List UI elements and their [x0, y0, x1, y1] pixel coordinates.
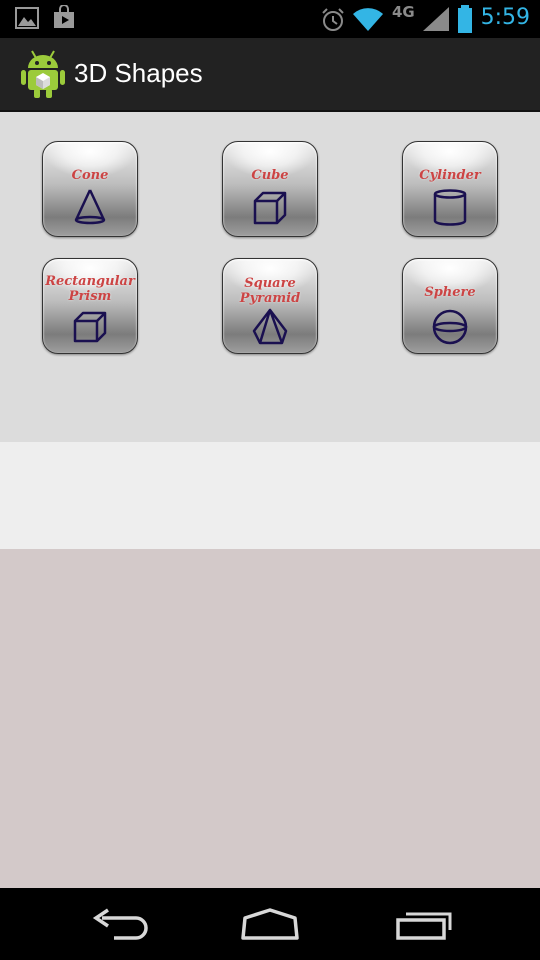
shapes-panel: Cone Cube Cylinder Rectangular Prism Squ…	[0, 112, 540, 442]
square-pyramid-icon	[252, 308, 288, 345]
cylinder-icon	[433, 189, 467, 226]
cone-icon	[74, 189, 106, 225]
cube-icon	[253, 191, 287, 225]
status-clock: 5:59	[480, 5, 530, 30]
cube-button[interactable]: Cube	[222, 141, 318, 237]
prism-label: Prism	[68, 289, 112, 304]
wifi-icon	[353, 8, 383, 32]
divider-band	[0, 442, 540, 549]
rectangular-prism-icon	[73, 311, 107, 343]
navigation-bar	[0, 888, 540, 960]
cone-button[interactable]: Cone	[42, 141, 138, 237]
rectangular-label: Rectangular	[45, 274, 135, 289]
android-app-icon[interactable]	[20, 49, 66, 99]
cylinder-button[interactable]: Cylinder	[402, 141, 498, 237]
sphere-button[interactable]: Sphere	[402, 258, 498, 354]
square-pyramid-button[interactable]: Square Pyramid	[222, 258, 318, 354]
back-icon[interactable]	[74, 902, 164, 946]
recent-apps-icon[interactable]	[376, 902, 466, 946]
pyramid-label: Pyramid	[239, 291, 301, 306]
status-bar: 4G 5:59	[0, 0, 540, 38]
cone-label: Cone	[71, 168, 109, 183]
cube-label: Cube	[251, 168, 289, 183]
network-type-label: 4G	[392, 3, 415, 21]
sphere-icon	[432, 309, 468, 345]
alarm-icon	[322, 8, 344, 31]
action-bar: 3D Shapes	[0, 38, 540, 112]
app-title: 3D Shapes	[74, 58, 203, 88]
rectangular-prism-button[interactable]: Rectangular Prism	[42, 258, 138, 354]
empty-area	[0, 549, 540, 888]
gallery-icon	[15, 7, 39, 29]
battery-icon	[458, 5, 472, 33]
cylinder-label: Cylinder	[419, 168, 481, 183]
store-icon	[54, 5, 74, 28]
sphere-label: Sphere	[424, 285, 476, 300]
square-label: Square	[244, 276, 296, 291]
signal-icon	[423, 7, 449, 31]
home-icon[interactable]	[225, 902, 315, 946]
